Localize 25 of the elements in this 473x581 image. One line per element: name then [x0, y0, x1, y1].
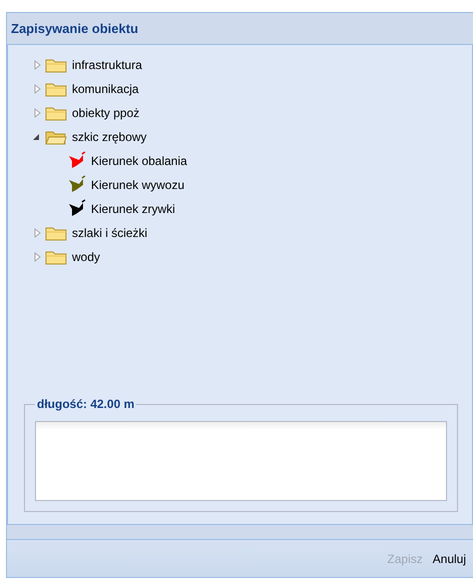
expand-toggle-icon[interactable] — [32, 108, 42, 118]
text-area[interactable] — [35, 421, 447, 501]
tree-item[interactable]: Kierunek wywozu — [89, 174, 186, 194]
tree-item[interactable]: szlaki i ścieżki — [70, 222, 150, 242]
tree-item[interactable]: komunikacja — [70, 78, 141, 98]
tree-item[interactable]: Kierunek obalania — [89, 150, 190, 170]
fieldset-legend: długość: 42.00 m — [35, 395, 136, 413]
tree-item[interactable]: Kierunek zrywki — [89, 198, 178, 218]
tree-item[interactable]: infrastruktura — [70, 54, 144, 74]
expand-toggle-icon[interactable] — [32, 84, 42, 94]
dialog-button[interactable]: Anuluj — [430, 548, 469, 570]
folder-icon — [45, 224, 67, 240]
expand-toggle-icon[interactable] — [32, 228, 42, 238]
expand-toggle-icon[interactable] — [32, 252, 42, 262]
folder-icon — [45, 248, 67, 264]
tree-item[interactable]: szkic zrębowy — [70, 126, 149, 146]
tree-item[interactable]: wody — [70, 246, 102, 266]
collapse-toggle-icon[interactable] — [32, 132, 42, 142]
open-folder-icon — [45, 128, 67, 144]
expand-toggle-icon[interactable] — [32, 60, 42, 70]
tree-item[interactable]: obiekty ppoż — [70, 102, 142, 122]
folder-icon — [45, 56, 67, 72]
folder-icon — [45, 104, 67, 120]
window-title: Zapisywanie obiektu — [10, 20, 140, 38]
folder-icon — [45, 80, 67, 96]
